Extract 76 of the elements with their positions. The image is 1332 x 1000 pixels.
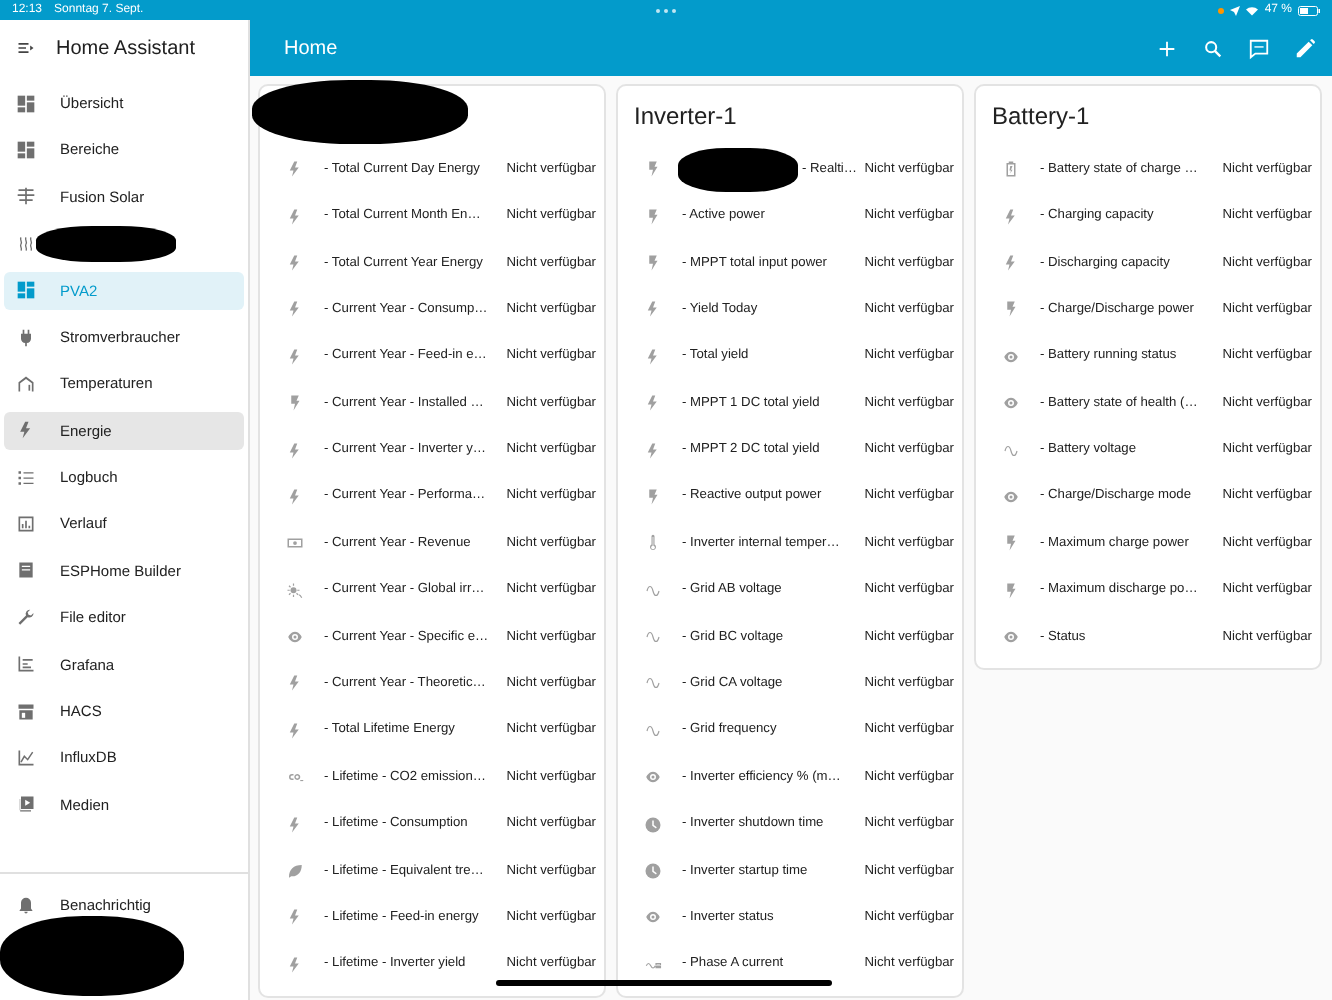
eye-icon (286, 628, 304, 647)
plug-icon (16, 327, 36, 348)
sine-wave-icon (644, 674, 662, 693)
eye-icon (644, 908, 662, 927)
house-icon (16, 373, 36, 394)
clock-icon (644, 862, 662, 881)
flash-icon (644, 487, 662, 506)
lightning-icon (286, 300, 304, 319)
dashboard-icon (16, 93, 36, 114)
flash-icon (1002, 300, 1020, 319)
search-icon[interactable] (1202, 37, 1224, 59)
lightning-icon (1002, 207, 1020, 226)
lightning-icon (16, 420, 36, 441)
card-title: Battery-1 (992, 100, 1090, 134)
bar-chart-icon (16, 514, 36, 535)
eye-icon (644, 768, 662, 787)
sun-icon (286, 581, 304, 600)
sine-wave-icon (644, 581, 662, 600)
lightning-icon (644, 300, 662, 319)
card-title: Inverter-1 (634, 100, 737, 134)
eye-icon (1002, 487, 1020, 506)
chat-icon[interactable] (1248, 37, 1270, 59)
lightning-icon (286, 347, 304, 366)
flash-icon (286, 394, 304, 413)
clock-icon (644, 815, 662, 834)
lightning-icon (286, 955, 304, 974)
lightning-icon (286, 815, 304, 834)
flash-icon (1002, 534, 1020, 553)
flash-icon (644, 207, 662, 226)
wifi-icon (1246, 5, 1259, 15)
eye-icon (1002, 628, 1020, 647)
lightning-icon (286, 674, 304, 693)
dashboard-icon (16, 140, 36, 161)
sine-wave-icon (644, 628, 662, 647)
list-icon (16, 467, 36, 488)
heat-wave-icon (16, 233, 36, 254)
eye-icon (1002, 347, 1020, 366)
flash-icon (644, 160, 662, 179)
lightning-icon (1002, 253, 1020, 272)
sine-wave-icon (1002, 441, 1020, 460)
chart-icon (16, 654, 36, 675)
eye-icon (1002, 394, 1020, 413)
dashboard-icon (16, 280, 36, 301)
line-chart-icon (16, 747, 36, 768)
flash-icon (644, 253, 662, 272)
lightning-icon (286, 207, 304, 226)
page-title: Home (284, 35, 338, 63)
media-icon (16, 794, 36, 815)
lightning-icon (286, 253, 304, 272)
store-icon (16, 701, 36, 722)
leaf-icon (286, 862, 304, 881)
cash-icon (286, 534, 304, 553)
lightning-icon (286, 908, 304, 927)
app-title: Home Assistant (56, 35, 195, 63)
lightning-icon (644, 394, 662, 413)
lightning-icon (286, 487, 304, 506)
solar-panel-icon (16, 186, 36, 207)
lightning-icon (286, 160, 304, 179)
lightning-icon (286, 721, 304, 740)
thermometer-icon (644, 534, 662, 553)
battery-icon (1002, 160, 1020, 179)
dots-icon (656, 8, 676, 14)
lightning-icon (644, 441, 662, 460)
location-arrow-icon (1230, 5, 1241, 15)
flash-icon (1002, 581, 1020, 600)
lightning-icon (644, 347, 662, 366)
bell-icon (16, 896, 36, 916)
add-icon[interactable] (1156, 37, 1178, 59)
edit-icon[interactable] (1294, 37, 1316, 59)
server-icon (16, 560, 36, 581)
wrench-icon (16, 607, 36, 628)
sine-wave-icon (644, 721, 662, 740)
menu-icon[interactable] (16, 38, 36, 58)
privacy-indicator-icon (1218, 7, 1225, 13)
lightning-icon (286, 441, 304, 460)
battery-status-icon (1298, 5, 1320, 15)
